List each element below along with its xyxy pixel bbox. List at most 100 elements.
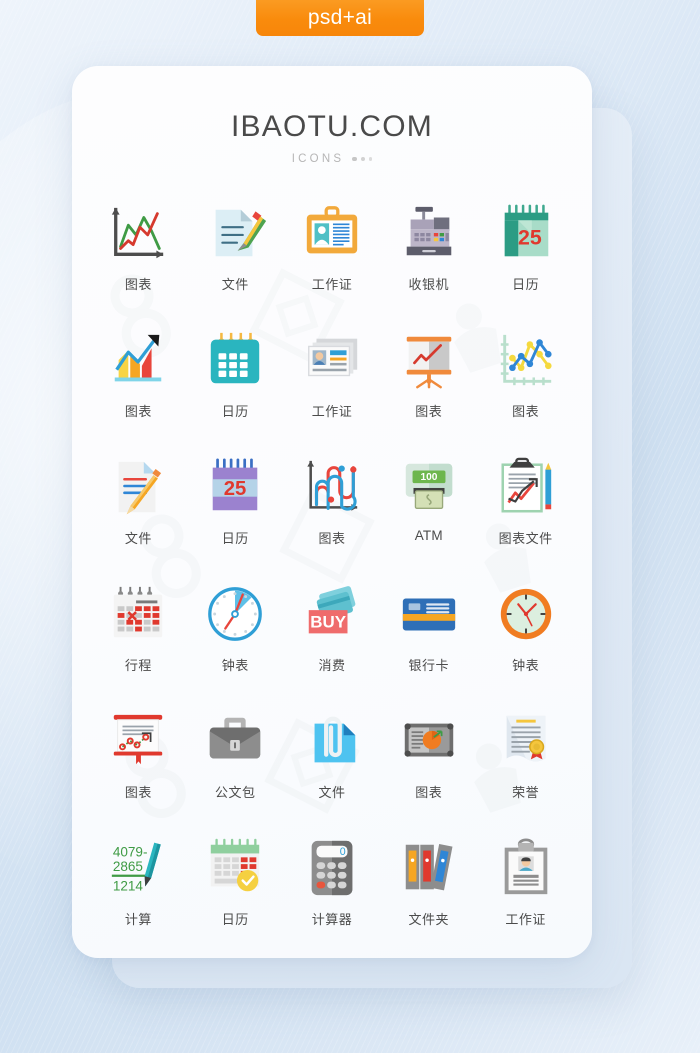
bar-chart-arrow-icon — [106, 328, 170, 392]
card-subtitle: ICONS — [291, 153, 345, 165]
icon-cell[interactable]: 日历 — [187, 328, 284, 440]
icon-label: 图表 — [124, 277, 152, 292]
clock-blue-icon — [203, 582, 267, 646]
icon-cell[interactable]: 图表 — [380, 328, 477, 440]
icon-label: 日历 — [512, 277, 540, 292]
id-badge-icon — [300, 201, 364, 265]
curve-chart-icon — [300, 455, 364, 519]
icon-label: 消费 — [318, 658, 346, 673]
icon-cell[interactable]: 收银机 — [380, 201, 477, 313]
atm-machine-icon: 100 — [397, 455, 461, 519]
icon-label: 工作证 — [505, 912, 546, 927]
presentation-chart-icon — [397, 328, 461, 392]
icon-cell[interactable]: 钟表 — [187, 582, 284, 694]
icon-cell[interactable]: 荣誉 — [477, 709, 574, 821]
icon-cell[interactable]: 100 ATM — [380, 455, 477, 567]
calc-line-2: 2865 — [113, 859, 143, 874]
cash-register-icon — [397, 201, 461, 265]
icon-label: 钟表 — [221, 658, 249, 673]
icon-label: 钟表 — [512, 658, 540, 673]
icon-cell[interactable]: 工作证 — [477, 836, 574, 948]
icon-cell[interactable]: 4079- 2865 1214 计算 — [90, 836, 187, 948]
icon-cell[interactable]: 公文包 — [187, 709, 284, 821]
clock-orange-icon — [494, 582, 558, 646]
icon-label: 工作证 — [311, 404, 353, 419]
icon-cell[interactable]: 工作证 — [284, 328, 381, 440]
icon-cell[interactable]: 钟表 — [477, 582, 574, 694]
calendar-25-green-icon: 25 — [494, 201, 558, 265]
icon-label: 计算 — [124, 912, 152, 927]
clipboard-chart-icon — [494, 455, 558, 519]
icon-cell[interactable]: 图表 — [477, 328, 574, 440]
atm-amount: 100 — [420, 472, 437, 483]
calendar-25-purple-icon: 25 — [203, 455, 267, 519]
icon-label: 计算器 — [311, 912, 353, 927]
icon-cell[interactable]: 图表 — [380, 709, 477, 821]
buy-card-icon: BUY — [300, 582, 364, 646]
icon-cell[interactable]: 工作证 — [284, 201, 381, 313]
icon-label: 公文包 — [214, 785, 256, 800]
icon-cell[interactable]: 行程 — [90, 582, 187, 694]
calendar-check-icon — [203, 836, 267, 900]
icon-label: 行程 — [124, 658, 152, 673]
icon-label: 荣誉 — [512, 785, 540, 800]
icon-label: 文件夹 — [408, 912, 450, 927]
icon-cell[interactable]: 25 日历 — [477, 201, 574, 313]
icon-label: 日历 — [221, 404, 249, 419]
icon-cell[interactable]: 0 计算器 — [284, 836, 381, 948]
calculation-pen-icon: 4079- 2865 1214 — [106, 836, 170, 900]
psd-ai-tag: psd+ai — [256, 0, 424, 36]
icon-cell[interactable]: 文件 — [90, 455, 187, 567]
id-cards-stack-icon — [300, 328, 364, 392]
icon-label: 图表 — [124, 404, 152, 419]
icon-label: 银行卡 — [408, 658, 450, 673]
icon-cell[interactable]: 文件 — [284, 709, 381, 821]
icon-label: 图表 — [318, 531, 346, 546]
document-pen-icon — [203, 201, 267, 265]
icon-cell[interactable]: BUY 消费 — [284, 582, 381, 694]
calendar-teal-icon — [203, 328, 267, 392]
icon-label: 图表文件 — [498, 531, 553, 546]
schedule-calendar-icon — [106, 582, 170, 646]
icon-cell[interactable]: 日历 — [187, 836, 284, 948]
calc-line-3: 1214 — [113, 878, 144, 893]
icon-grid: 图表 文件 工作证 收银机 25 日历 图表 日历 工作证 图表 图表 文件 2… — [72, 201, 592, 948]
file-folders-icon — [397, 836, 461, 900]
icon-cell[interactable]: 银行卡 — [380, 582, 477, 694]
icon-cell[interactable]: 文件 — [187, 201, 284, 313]
card-header: IBAOTU.COM ICONS — [72, 66, 592, 165]
scatter-line-chart-icon — [494, 328, 558, 392]
icon-cell[interactable]: 文件夹 — [380, 836, 477, 948]
icon-cell[interactable]: 25 日历 — [187, 455, 284, 567]
icon-label: 文件 — [124, 531, 152, 546]
icon-label: 文件 — [221, 277, 249, 292]
icon-label: 图表 — [415, 404, 443, 419]
icon-cell[interactable]: 图表 — [90, 201, 187, 313]
document-pencil-icon — [106, 455, 170, 519]
icon-cell[interactable]: 图表 — [90, 328, 187, 440]
line-chart-axis-icon — [106, 201, 170, 265]
calculator-display: 0 — [340, 846, 346, 858]
paperclip-file-icon — [300, 709, 364, 773]
icon-label: 图表 — [124, 785, 152, 800]
icon-cell[interactable]: 图表 — [90, 709, 187, 821]
buy-label: BUY — [310, 613, 346, 632]
dots-decoration — [352, 156, 373, 162]
icon-label: 图表 — [415, 785, 443, 800]
calendar-number: 25 — [518, 226, 542, 250]
calc-line-1: 4079- — [113, 844, 148, 859]
icon-label: 日历 — [221, 912, 249, 927]
calculator-icon: 0 — [300, 836, 364, 900]
certificate-medal-icon — [494, 709, 558, 773]
bank-card-icon — [397, 582, 461, 646]
briefcase-icon — [203, 709, 267, 773]
id-clipboard-icon — [494, 836, 558, 900]
icon-cell[interactable]: 图表 — [284, 455, 381, 567]
icon-label: 文件 — [318, 785, 346, 800]
icon-label: ATM — [414, 528, 443, 543]
icon-label: 工作证 — [311, 277, 353, 292]
whiteboard-chart-icon — [106, 709, 170, 773]
icon-label: 图表 — [512, 404, 540, 419]
pie-chart-board-icon — [397, 709, 461, 773]
icon-cell[interactable]: 图表文件 — [477, 455, 574, 567]
